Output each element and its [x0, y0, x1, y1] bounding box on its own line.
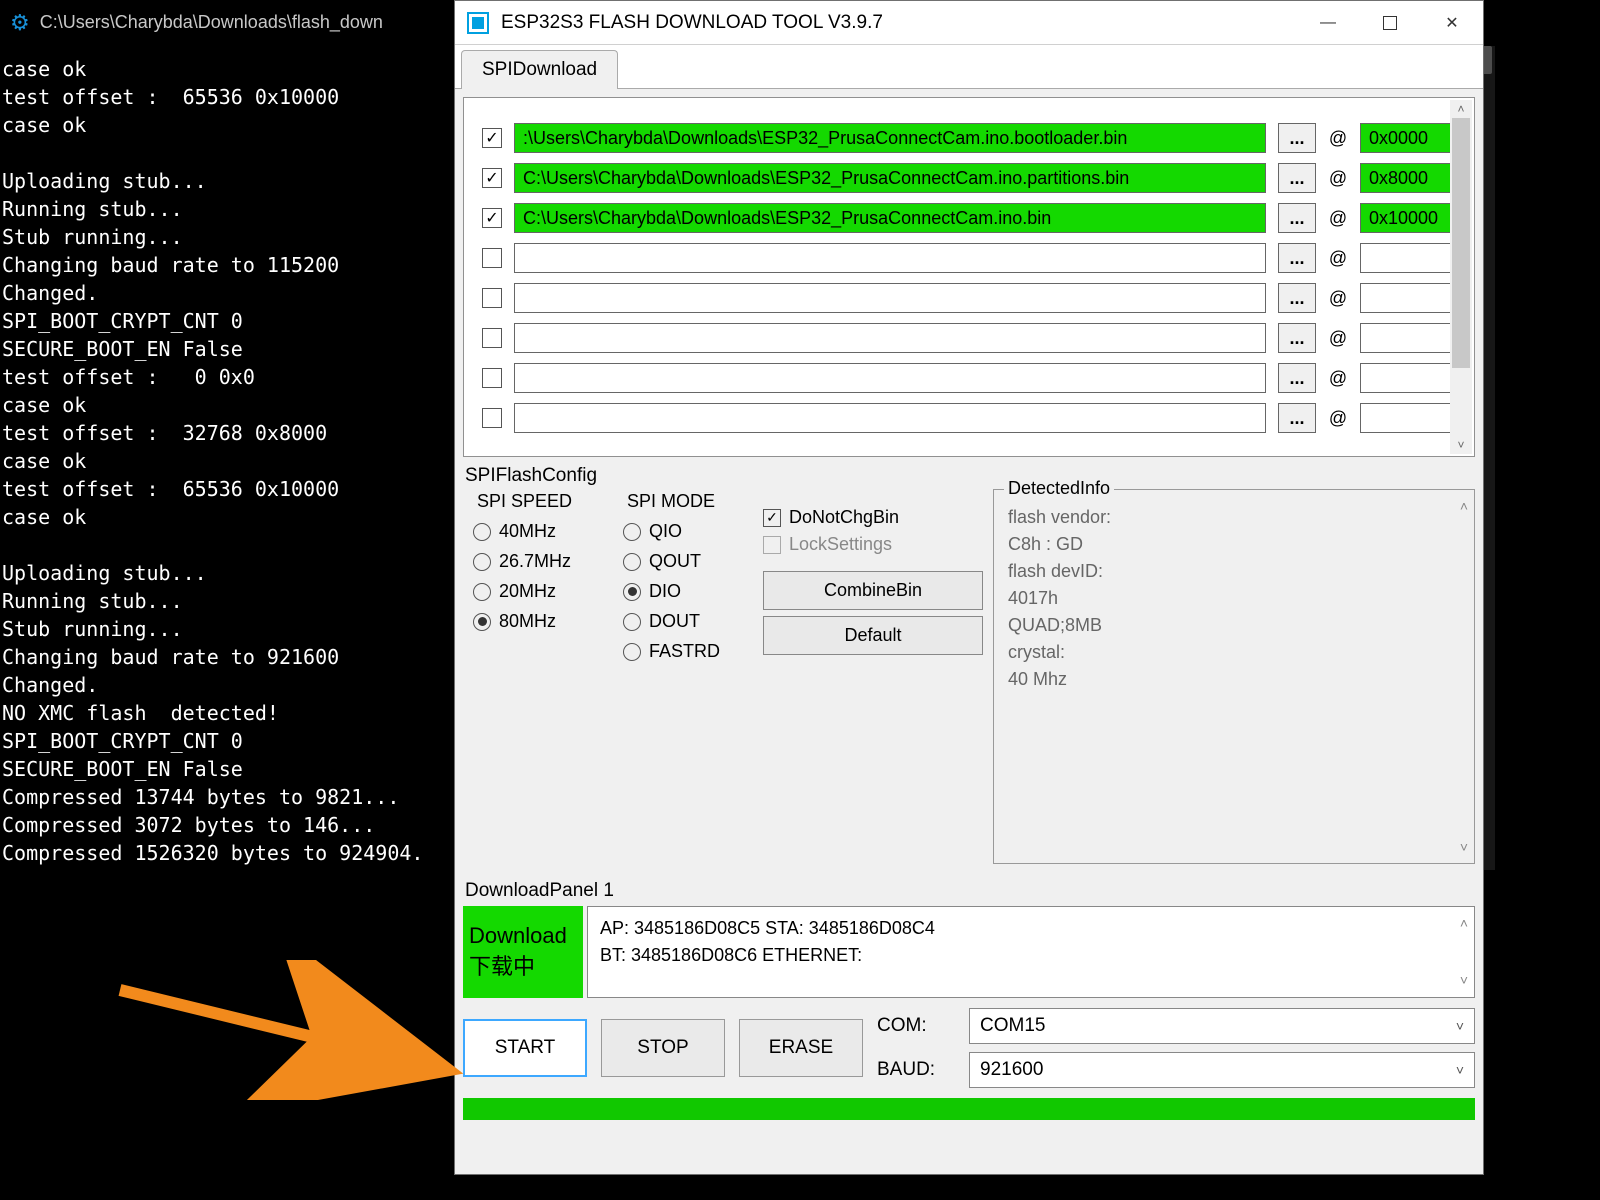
scroll-up-icon[interactable]: ˄: [1460, 498, 1468, 514]
file-row: ✓ :\Users\Charybda\Downloads\ESP32_PrusaC…: [464, 118, 1474, 158]
radio-DOUT[interactable]: DOUT: [623, 611, 743, 632]
file-path-input[interactable]: C:\Users\Charybda\Downloads\ESP32_PrusaC…: [514, 163, 1266, 193]
minimize-button[interactable]: —: [1297, 1, 1359, 44]
browse-button[interactable]: ...: [1278, 243, 1316, 273]
default-button[interactable]: Default: [763, 616, 983, 655]
locksettings-checkbox[interactable]: LockSettings: [763, 534, 983, 555]
file-checkbox[interactable]: [482, 248, 502, 268]
com-label: COM:: [877, 1015, 957, 1037]
file-path-input[interactable]: [514, 403, 1266, 433]
scroll-down-icon[interactable]: ˅: [1460, 839, 1468, 855]
config-label: SPIFlashConfig: [465, 465, 1483, 487]
annotation-arrow: [100, 960, 470, 1100]
radio-80MHz[interactable]: 80MHz: [473, 611, 593, 632]
file-path-input[interactable]: :\Users\Charybda\Downloads\ESP32_PrusaCo…: [514, 123, 1266, 153]
erase-button[interactable]: ERASE: [739, 1019, 863, 1077]
at-label: @: [1328, 168, 1348, 189]
at-label: @: [1328, 208, 1348, 229]
at-label: @: [1328, 328, 1348, 349]
com-select[interactable]: COM15˅: [969, 1008, 1475, 1044]
start-button[interactable]: START: [463, 1019, 587, 1077]
file-checkbox[interactable]: [482, 328, 502, 348]
radio-40MHz[interactable]: 40MHz: [473, 521, 593, 542]
progress-bar: [463, 1098, 1475, 1120]
at-label: @: [1328, 248, 1348, 269]
file-checkbox[interactable]: [482, 408, 502, 428]
chevron-down-icon: ˅: [1456, 1062, 1464, 1078]
file-row: ... @: [464, 278, 1474, 318]
files-scrollbar[interactable]: ˄ ˅: [1450, 100, 1472, 454]
radio-20MHz[interactable]: 20MHz: [473, 581, 593, 602]
radio-FASTRD[interactable]: FASTRD: [623, 641, 743, 662]
flash-tool-window: ESP32S3 FLASH DOWNLOAD TOOL V3.9.7 — ✕ S…: [454, 0, 1484, 1175]
download-status: Download 下载中: [463, 906, 583, 998]
chevron-down-icon: ˅: [1456, 1018, 1464, 1034]
at-label: @: [1328, 408, 1348, 429]
browse-button[interactable]: ...: [1278, 403, 1316, 433]
tab-spidownload[interactable]: SPIDownload: [461, 50, 618, 89]
at-label: @: [1328, 288, 1348, 309]
stop-button[interactable]: STOP: [601, 1019, 725, 1077]
tool-titlebar: ESP32S3 FLASH DOWNLOAD TOOL V3.9.7 — ✕: [455, 1, 1483, 45]
detected-info-box: DetectedInfo ˄ flash vendor:C8h : GDflas…: [993, 489, 1475, 864]
at-label: @: [1328, 368, 1348, 389]
file-row: ✓ C:\Users\Charybda\Downloads\ESP32_Prusa…: [464, 198, 1474, 238]
at-label: @: [1328, 128, 1348, 149]
combinebin-button[interactable]: CombineBin: [763, 571, 983, 610]
file-checkbox[interactable]: [482, 288, 502, 308]
file-row: ... @: [464, 318, 1474, 358]
mac-info-box: ˄ AP: 3485186D08C5 STA: 3485186D08C4 BT:…: [587, 906, 1475, 998]
radio-DIO[interactable]: DIO: [623, 581, 743, 602]
scroll-down-icon[interactable]: ˅: [1450, 436, 1472, 454]
spi-mode-label: SPI MODE: [623, 491, 719, 512]
browse-button[interactable]: ...: [1278, 363, 1316, 393]
radio-QOUT[interactable]: QOUT: [623, 551, 743, 572]
radio-QIO[interactable]: QIO: [623, 521, 743, 542]
spi-speed-label: SPI SPEED: [473, 491, 576, 512]
browse-button[interactable]: ...: [1278, 123, 1316, 153]
file-row: ✓ C:\Users\Charybda\Downloads\ESP32_Prusa…: [464, 158, 1474, 198]
file-checkbox[interactable]: ✓: [482, 208, 502, 228]
scroll-up-icon[interactable]: ˄: [1450, 100, 1472, 118]
terminal-title: C:\Users\Charybda\Downloads\flash_down: [40, 12, 383, 33]
donotchgbin-checkbox[interactable]: ✓ DoNotChgBin: [763, 507, 983, 528]
file-path-input[interactable]: [514, 363, 1266, 393]
file-path-input[interactable]: C:\Users\Charybda\Downloads\ESP32_PrusaC…: [514, 203, 1266, 233]
app-icon: [467, 12, 489, 34]
file-row: ... @: [464, 398, 1474, 438]
download-panel-label: DownloadPanel 1: [465, 880, 1483, 902]
files-pane: ✓ :\Users\Charybda\Downloads\ESP32_PrusaC…: [463, 97, 1475, 457]
file-path-input[interactable]: [514, 323, 1266, 353]
file-path-input[interactable]: [514, 283, 1266, 313]
tab-bar: SPIDownload: [455, 45, 1483, 89]
tool-title: ESP32S3 FLASH DOWNLOAD TOOL V3.9.7: [501, 12, 883, 34]
baud-select[interactable]: 921600˅: [969, 1052, 1475, 1088]
file-checkbox[interactable]: ✓: [482, 128, 502, 148]
file-path-input[interactable]: [514, 243, 1266, 273]
scroll-down-icon[interactable]: ˅: [1460, 970, 1468, 991]
file-checkbox[interactable]: ✓: [482, 168, 502, 188]
gear-icon: ⚙: [10, 10, 30, 36]
browse-button[interactable]: ...: [1278, 203, 1316, 233]
scroll-up-icon[interactable]: ˄: [1460, 913, 1468, 934]
close-button[interactable]: ✕: [1421, 1, 1483, 44]
file-row: ... @: [464, 358, 1474, 398]
maximize-button[interactable]: [1359, 1, 1421, 44]
file-checkbox[interactable]: [482, 368, 502, 388]
browse-button[interactable]: ...: [1278, 323, 1316, 353]
radio-26-7MHz[interactable]: 26.7MHz: [473, 551, 593, 572]
baud-label: BAUD:: [877, 1059, 957, 1081]
browse-button[interactable]: ...: [1278, 283, 1316, 313]
browse-button[interactable]: ...: [1278, 163, 1316, 193]
file-row: ... @: [464, 238, 1474, 278]
